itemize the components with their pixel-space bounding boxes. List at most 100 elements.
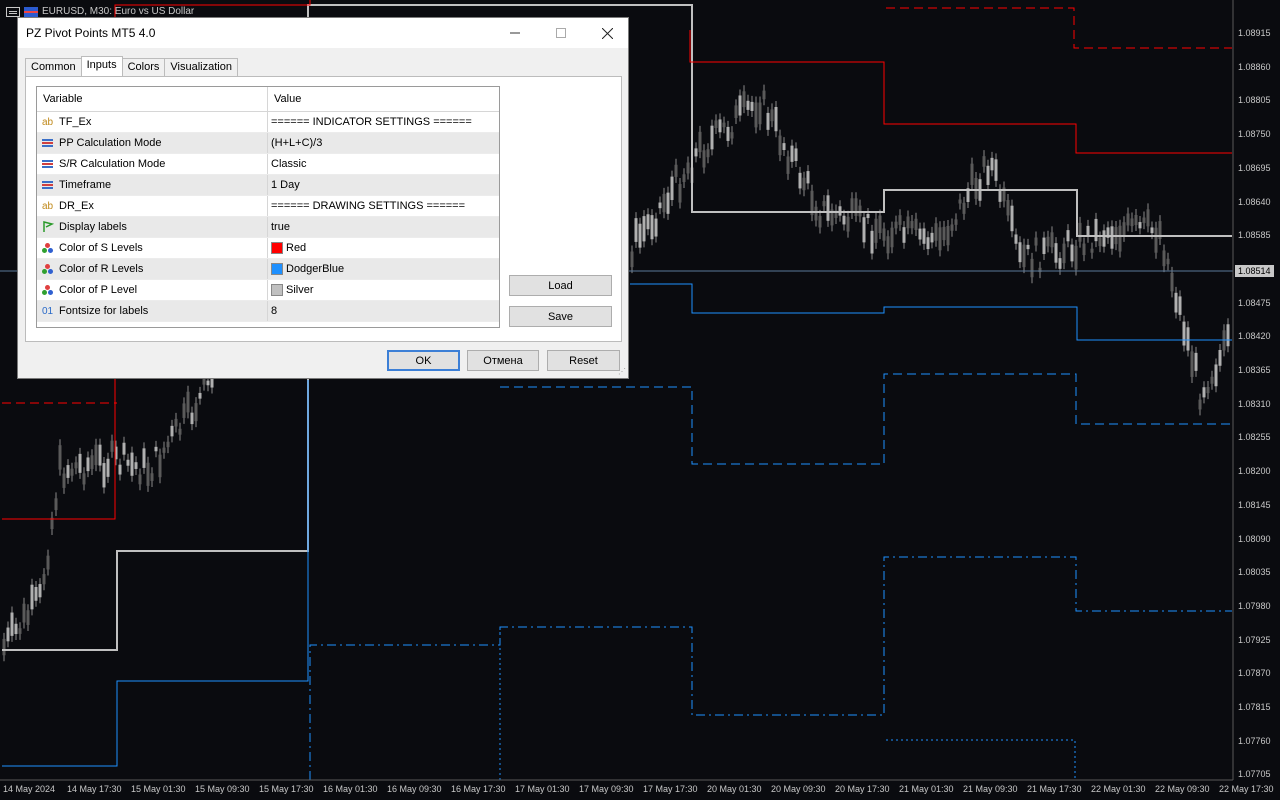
candle-body [1102, 230, 1106, 247]
tab-colors[interactable]: Colors [121, 58, 166, 76]
candle-body [786, 156, 790, 174]
candle-body [14, 623, 18, 635]
candle-body [122, 442, 126, 455]
resize-grip-icon[interactable]: ⋰ [618, 368, 626, 376]
header-variable[interactable]: Variable [37, 87, 268, 111]
candle-body [146, 462, 150, 486]
candle-body [1090, 248, 1094, 253]
load-button[interactable]: Load [509, 275, 612, 296]
header-value[interactable]: Value [268, 87, 499, 111]
candle-body [954, 219, 958, 225]
table-row[interactable]: PP Calculation Mode (H+L+C)/3 [37, 133, 499, 154]
ab-icon: ab [41, 200, 54, 212]
table-row[interactable]: ab DR_Ex ====== DRAWING SETTINGS ====== [37, 196, 499, 217]
candle-body [1018, 242, 1022, 263]
color-icon [41, 263, 54, 275]
variable-cell: ab TF_Ex [37, 112, 268, 132]
value-cell[interactable]: 8 [268, 301, 499, 321]
candle-body [170, 425, 174, 437]
variable-cell: S/R Calculation Mode [37, 154, 268, 174]
candle-body [38, 584, 42, 598]
candle-body [110, 440, 114, 452]
reset-button[interactable]: Reset [547, 350, 620, 371]
candle-body [154, 446, 158, 452]
candle-body [74, 462, 78, 469]
time-tick-label: 15 May 01:30 [131, 784, 186, 794]
candle-body [138, 474, 142, 485]
candle-body [746, 100, 750, 110]
candle-body [1042, 237, 1046, 255]
candle-body [1122, 222, 1126, 236]
candle-body [102, 463, 106, 488]
save-button[interactable]: Save [509, 306, 612, 327]
candle-body [166, 441, 170, 448]
table-row[interactable]: Color of R Levels DodgerBlue [37, 259, 499, 280]
candle-body [726, 126, 730, 141]
time-tick-label: 14 May 17:30 [67, 784, 122, 794]
candle-body [870, 230, 874, 254]
candle-body [1098, 237, 1102, 247]
candle-body [754, 102, 758, 128]
dialog-titlebar[interactable]: PZ Pivot Points MT5 4.0 [18, 18, 628, 48]
table-row[interactable]: Color of P Level Silver [37, 280, 499, 301]
candle-body [1142, 217, 1146, 224]
value-cell[interactable]: ====== INDICATOR SETTINGS ====== [268, 112, 499, 132]
candle-body [134, 462, 138, 469]
close-button[interactable] [584, 18, 630, 48]
candle-body [26, 610, 30, 625]
tab-inputs[interactable]: Inputs [80, 56, 123, 76]
candle-body [78, 453, 82, 473]
candle-body [942, 226, 946, 241]
ok-button[interactable]: OK [387, 350, 460, 371]
value-cell[interactable]: Red [268, 238, 499, 258]
candle-body [886, 236, 890, 254]
price-tick-label: 1.08695 [1238, 162, 1271, 173]
candle-body [34, 586, 38, 601]
table-row[interactable]: Color of S Levels Red [37, 238, 499, 259]
price-tick-label: 1.08585 [1238, 230, 1271, 241]
candle-body [790, 145, 794, 162]
candle-body [806, 171, 810, 184]
candle-body [634, 218, 638, 242]
candle-body [82, 473, 86, 485]
candle-body [938, 227, 942, 251]
candle-body [54, 498, 58, 511]
candle-body [1130, 218, 1134, 227]
value-cell[interactable]: (H+L+C)/3 [268, 133, 499, 153]
table-row[interactable]: S/R Calculation Mode Classic [37, 154, 499, 175]
candle-body [1150, 227, 1154, 234]
minimize-button[interactable] [492, 18, 538, 48]
r2-line [500, 373, 1232, 465]
table-row[interactable]: Timeframe 1 Day [37, 175, 499, 196]
candle-body [1054, 243, 1058, 263]
variable-name: PP Calculation Mode [59, 137, 162, 149]
tab-visualization[interactable]: Visualization [164, 58, 238, 76]
candle-body [686, 162, 690, 174]
candle-body [798, 172, 802, 189]
table-row[interactable]: ab TF_Ex ====== INDICATOR SETTINGS ====== [37, 112, 499, 133]
value-cell[interactable]: Silver [268, 280, 499, 300]
candle-body [858, 205, 862, 217]
candle-body [1074, 245, 1078, 270]
candle-body [1066, 230, 1070, 242]
tab-common[interactable]: Common [25, 58, 82, 76]
value-cell[interactable]: Classic [268, 154, 499, 174]
candle-body [918, 228, 922, 240]
ab-icon: ab [41, 116, 54, 128]
candle-body [1206, 387, 1210, 394]
candle-body [734, 105, 738, 118]
candle-body [758, 102, 762, 125]
value-cell[interactable]: DodgerBlue [268, 259, 499, 279]
table-row[interactable]: Display labels true [37, 217, 499, 238]
value-cell[interactable]: true [268, 217, 499, 237]
value-cell[interactable]: 1 Day [268, 175, 499, 195]
maximize-button[interactable] [538, 18, 584, 48]
cancel-button[interactable]: Отмена [467, 350, 539, 371]
candle-body [698, 131, 702, 153]
value-cell[interactable]: ====== DRAWING SETTINGS ====== [268, 196, 499, 216]
table-row[interactable]: 01 Fontsize for labels 8 [37, 301, 499, 322]
candle-body [1186, 327, 1190, 351]
variable-value: ====== INDICATOR SETTINGS ====== [271, 116, 472, 128]
variable-value: ====== DRAWING SETTINGS ====== [271, 200, 466, 212]
price-tick-label: 1.08915 [1238, 28, 1271, 38]
